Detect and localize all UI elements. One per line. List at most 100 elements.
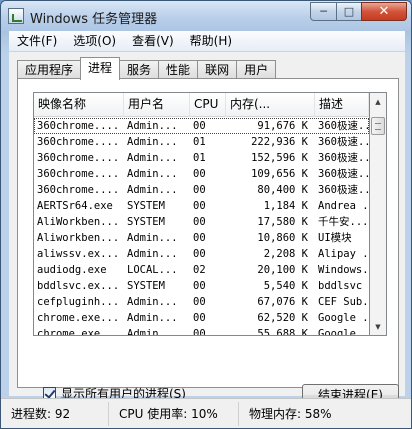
scroll-up-arrow-icon[interactable]: ▲ bbox=[370, 93, 386, 110]
process-cpu: 00 bbox=[193, 120, 206, 132]
process-image-name: 360chrome.... bbox=[37, 136, 120, 148]
scroll-down-arrow-icon[interactable]: ▼ bbox=[370, 318, 386, 335]
process-cpu: 00 bbox=[193, 296, 206, 308]
tab-services[interactable]: 服务 bbox=[119, 60, 160, 80]
tab-applications[interactable]: 应用程序 bbox=[17, 60, 82, 80]
tab-performance[interactable]: 性能 bbox=[158, 60, 199, 80]
process-memory: 1,184 K bbox=[263, 200, 308, 212]
maximize-button[interactable]: □ bbox=[336, 2, 362, 21]
process-user-name: SYSTEM bbox=[127, 200, 165, 212]
process-row[interactable]: bddlsvc.ex... SYSTEM 00 5,540 K bddlsvc bbox=[34, 278, 369, 294]
task-manager-icon bbox=[8, 8, 24, 24]
process-row[interactable]: chrome.exe... Admin... 00 55,688 K Google ..… bbox=[34, 326, 369, 336]
process-image-name: cefpluginh... bbox=[37, 296, 120, 308]
process-description: 360极速... bbox=[318, 152, 369, 164]
title-bar[interactable]: Windows 任务管理器 ─ □ ✕ bbox=[1, 1, 411, 31]
menu-bar: 文件(F) 选项(O) 查看(V) 帮助(H) bbox=[9, 31, 405, 52]
process-row[interactable]: chrome.exe... Admin... 00 62,520 K Google ..… bbox=[34, 310, 369, 326]
process-image-name: chrome.exe... bbox=[37, 328, 120, 336]
process-row[interactable]: 360chrome.... Admin... 00 80,400 K 360极速... bbox=[34, 182, 369, 198]
process-cpu: 01 bbox=[193, 136, 206, 148]
process-memory: 10,860 K bbox=[257, 232, 308, 244]
process-row[interactable]: cefpluginh... Admin... 00 67,076 K CEF Sub..… bbox=[34, 294, 369, 310]
process-row[interactable]: 360chrome.... Admin... 00 109,656 K 360极速... bbox=[34, 166, 369, 182]
process-description: 千牛安... bbox=[318, 216, 369, 228]
processes-panel: 映像名称 用户名 CPU 内存(... 描述 360chrome.... Admi… bbox=[17, 78, 399, 406]
task-manager-window: Windows 任务管理器 ─ □ ✕ 文件(F) 选项(O) 查看(V) 帮助… bbox=[0, 0, 412, 429]
column-cpu[interactable]: CPU bbox=[190, 93, 226, 117]
process-cpu: 00 bbox=[193, 184, 206, 196]
process-memory: 80,400 K bbox=[257, 184, 308, 196]
status-physical-memory: 物理内存: 58% bbox=[249, 406, 332, 421]
close-button[interactable]: ✕ bbox=[361, 2, 407, 21]
process-row[interactable]: 360chrome.... Admin... 01 222,936 K 360极速... bbox=[34, 134, 369, 150]
process-image-name: chrome.exe... bbox=[37, 312, 120, 324]
process-list[interactable]: 映像名称 用户名 CPU 内存(... 描述 360chrome.... Admi… bbox=[33, 92, 370, 336]
process-cpu: 00 bbox=[193, 200, 206, 212]
tab-processes[interactable]: 进程 bbox=[80, 57, 121, 80]
process-description: 360极速... bbox=[318, 168, 369, 180]
process-memory: 55,688 K bbox=[257, 328, 308, 336]
minimize-button[interactable]: ─ bbox=[310, 2, 337, 21]
process-user-name: Admin... bbox=[127, 120, 178, 132]
process-user-name: Admin... bbox=[127, 328, 178, 336]
process-description: bddlsvc bbox=[318, 280, 363, 292]
menu-options[interactable]: 选项(O) bbox=[65, 31, 124, 52]
process-memory: 2,208 K bbox=[263, 248, 308, 260]
process-cpu: 00 bbox=[193, 216, 206, 228]
process-memory: 62,520 K bbox=[257, 312, 308, 324]
process-memory: 5,540 K bbox=[263, 280, 308, 292]
process-cpu: 00 bbox=[193, 328, 206, 336]
process-image-name: AliWorkben... bbox=[37, 216, 120, 228]
process-description: 360极速... bbox=[318, 136, 369, 148]
column-description[interactable]: 描述 bbox=[315, 93, 369, 117]
process-memory: 67,076 K bbox=[257, 296, 308, 308]
tab-networking[interactable]: 联网 bbox=[197, 60, 238, 80]
tab-users[interactable]: 用户 bbox=[236, 60, 277, 80]
process-image-name: aliwssv.ex... bbox=[37, 248, 120, 260]
process-row[interactable]: aliwssv.ex... Admin... 00 2,208 K Alipay ... bbox=[34, 246, 369, 262]
process-description: Google ... bbox=[318, 328, 369, 336]
process-user-name: Admin... bbox=[127, 136, 178, 148]
process-user-name: Admin... bbox=[127, 184, 178, 196]
process-memory: 222,936 K bbox=[251, 136, 308, 148]
process-description: Windows... bbox=[318, 264, 369, 276]
process-cpu: 02 bbox=[193, 264, 206, 276]
process-cpu: 00 bbox=[193, 280, 206, 292]
process-image-name: Aliworkben... bbox=[37, 232, 120, 244]
process-user-name: SYSTEM bbox=[127, 216, 165, 228]
process-image-name: audiodg.exe bbox=[37, 264, 107, 276]
window-title: Windows 任务管理器 bbox=[30, 12, 158, 27]
process-memory: 91,676 K bbox=[257, 120, 308, 132]
process-list-scrollbar[interactable]: ▲ ▼ bbox=[370, 92, 387, 336]
menu-file[interactable]: 文件(F) bbox=[9, 31, 65, 52]
column-user-name[interactable]: 用户名 bbox=[124, 93, 190, 117]
process-row[interactable]: AERTSr64.exe SYSTEM 00 1,184 K Andrea ... bbox=[34, 198, 369, 214]
process-user-name: Admin... bbox=[127, 152, 178, 164]
process-list-header: 映像名称 用户名 CPU 内存(... 描述 bbox=[34, 93, 369, 117]
client-area: 应用程序 进程 服务 性能 联网 用户 映像名称 用户名 CPU 内存(... … bbox=[9, 52, 405, 406]
process-image-name: 360chrome.... bbox=[37, 120, 120, 132]
process-memory: 17,580 K bbox=[257, 216, 308, 228]
process-row[interactable]: 360chrome.... Admin... 01 152,596 K 360极速... bbox=[34, 150, 369, 166]
process-user-name: LOCAL... bbox=[127, 264, 178, 276]
process-image-name: 360chrome.... bbox=[37, 184, 120, 196]
scroll-thumb[interactable] bbox=[371, 117, 385, 135]
process-memory: 20,100 K bbox=[257, 264, 308, 276]
process-row[interactable]: AliWorkben... SYSTEM 00 17,580 K 千牛安... bbox=[34, 214, 369, 230]
menu-help[interactable]: 帮助(H) bbox=[182, 31, 240, 52]
menu-view[interactable]: 查看(V) bbox=[124, 31, 182, 52]
column-image-name[interactable]: 映像名称 bbox=[34, 93, 124, 117]
process-description: 360极速... bbox=[318, 120, 369, 132]
process-cpu: 00 bbox=[193, 248, 206, 260]
process-row[interactable]: Aliworkben... Admin... 00 10,860 K UI模块 bbox=[34, 230, 369, 246]
process-row[interactable]: audiodg.exe LOCAL... 02 20,100 K Windows... bbox=[34, 262, 369, 278]
status-bar: 进程数: 92 CPU 使用率: 10% 物理内存: 58% bbox=[1, 398, 411, 428]
column-memory[interactable]: 内存(... bbox=[226, 93, 315, 117]
process-row[interactable]: 360chrome.... Admin... 00 91,676 K 360极速... bbox=[34, 118, 369, 134]
process-rows: 360chrome....Admin...0091,676 K360极速...3… bbox=[34, 118, 369, 336]
process-image-name: AERTSr64.exe bbox=[37, 200, 113, 212]
process-cpu: 00 bbox=[193, 168, 206, 180]
process-description: UI模块 bbox=[318, 232, 352, 244]
process-image-name: 360chrome.... bbox=[37, 168, 120, 180]
